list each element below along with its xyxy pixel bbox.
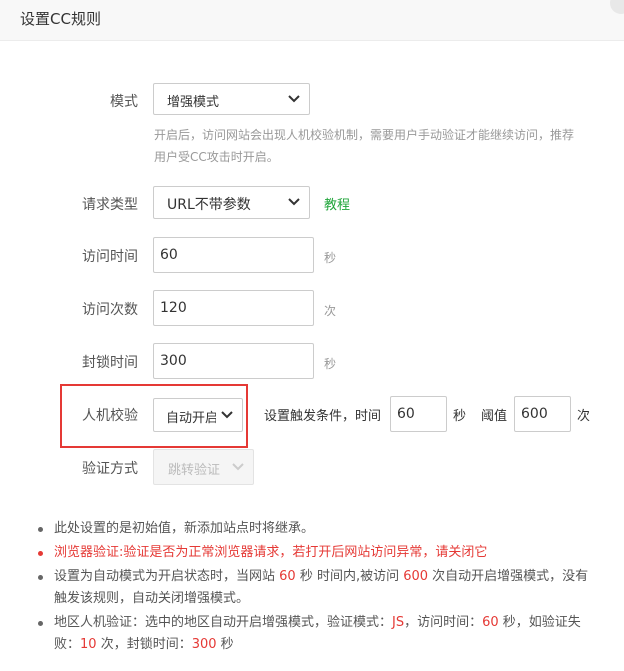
note-text: 秒 时间内,被访问 [295, 569, 404, 584]
trigger-time-value: 60 [397, 406, 415, 422]
threshold-input[interactable]: 600 [514, 396, 571, 432]
block-time-label: 封锁时间 [82, 355, 138, 371]
note-highlight-value: 300 [191, 637, 217, 652]
mode-help-text: 开启后，访问网站会出现人机校验机制，需要用户手动验证才能继续访问，推荐用户受CC… [154, 128, 575, 164]
mode-select-value: 增强模式 [167, 95, 220, 110]
trigger-condition-label: 设置触发条件，时间 [264, 409, 382, 424]
visit-time-input[interactable]: 60 [153, 237, 314, 273]
verify-method-select[interactable]: 跳转验证 [153, 449, 254, 485]
chevron-down-icon [232, 463, 244, 471]
note-text: ，访问时间： [404, 615, 483, 630]
block-time-value: 300 [160, 353, 187, 369]
close-icon[interactable] [610, 0, 624, 14]
note-highlight-value: 60 [482, 615, 499, 630]
note-item: 地区人机验证：选中的地区自动开启增强模式，验证模式：JS，访问时间：60 秒，如… [36, 612, 596, 656]
note-item: 此处设置的是初始值，新添加站点时将继承。 [36, 518, 596, 540]
request-type-select[interactable]: URL不带参数 [153, 186, 310, 219]
note-highlight-value: 600 [403, 569, 429, 584]
threshold-value: 600 [521, 406, 548, 422]
mode-select[interactable]: 增强模式 [153, 83, 310, 115]
verify-method-value: 跳转验证 [168, 463, 221, 478]
dialog-header: 设置CC规则 [0, 0, 624, 41]
visit-time-value: 60 [160, 247, 178, 263]
bullet-icon [38, 551, 43, 556]
note-highlight-value: 60 [279, 569, 296, 584]
note-highlight-value: JS [392, 615, 405, 630]
trigger-time-unit: 秒 [453, 409, 467, 424]
chevron-down-icon [288, 198, 300, 206]
captcha-select[interactable]: 自动开启 [153, 398, 243, 432]
visit-count-unit: 次 [324, 304, 337, 318]
block-time-input[interactable]: 300 [153, 343, 314, 379]
request-type-label: 请求类型 [82, 197, 138, 213]
chevron-down-icon [288, 95, 300, 103]
note-item: 设置为自动模式为开启状态时，当网站 60 秒 时间内,被访问 600 次自动开启… [36, 566, 596, 610]
visit-time-label: 访问时间 [82, 249, 138, 265]
captcha-label: 人机校验 [82, 408, 138, 424]
bullet-icon [38, 621, 43, 626]
dialog-title: 设置CC规则 [20, 10, 101, 28]
visit-count-value: 120 [160, 300, 187, 316]
verify-method-label: 验证方式 [82, 461, 138, 477]
note-text: 秒 [216, 637, 234, 652]
visit-count-label: 访问次数 [82, 302, 138, 318]
visit-count-input[interactable]: 120 [153, 290, 314, 326]
note-text: 地区人机验证：选中的地区自动开启增强模式，验证模式： [54, 615, 393, 630]
mode-label: 模式 [110, 94, 138, 110]
captcha-select-value: 自动开启 [166, 411, 216, 426]
trigger-time-input[interactable]: 60 [390, 396, 447, 432]
visit-time-unit: 秒 [324, 251, 337, 265]
bullet-icon [38, 527, 43, 532]
chevron-down-icon [221, 411, 233, 419]
note-item-warning: 浏览器验证:验证是否为正常浏览器请求，若打开后网站访问异常，请关闭它 [36, 542, 596, 564]
request-type-value: URL不带参数 [167, 197, 251, 213]
note-text: 此处设置的是初始值，新添加站点时将继承。 [54, 521, 315, 536]
threshold-unit: 次 [577, 409, 591, 424]
note-text: 浏览器验证:验证是否为正常浏览器请求，若打开后网站访问异常，请关闭它 [54, 545, 488, 560]
bullet-icon [38, 575, 43, 580]
block-time-unit: 秒 [324, 357, 337, 371]
tutorial-link[interactable]: 教程 [324, 194, 350, 213]
note-text: 设置为自动模式为开启状态时，当网站 [54, 569, 280, 584]
notes-list: 此处设置的是初始值，新添加站点时将继承。 浏览器验证:验证是否为正常浏览器请求，… [36, 518, 596, 658]
threshold-label: 阈值 [481, 409, 508, 424]
note-highlight-value: 10 [80, 637, 97, 652]
note-text: 次，封锁时间： [96, 637, 192, 652]
